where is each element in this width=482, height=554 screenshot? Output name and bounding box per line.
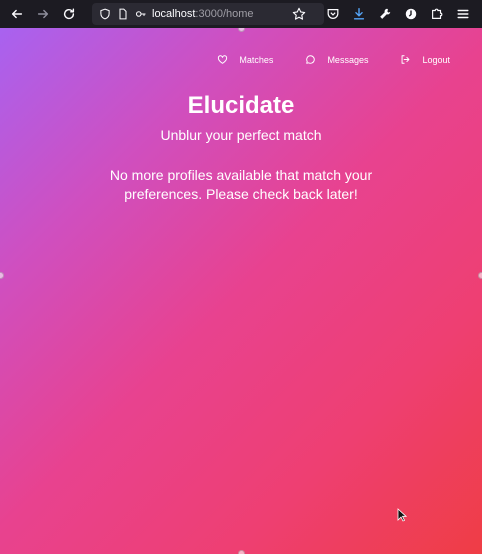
extension-button[interactable]: [400, 3, 422, 25]
browser-toolbar: localhost:3000/home: [0, 0, 482, 28]
nav-item-logout[interactable]: Logout: [400, 54, 450, 65]
arrow-left-icon: [11, 9, 23, 19]
page-title: Elucidate: [187, 92, 295, 119]
nav-item-messages[interactable]: Messages: [305, 54, 368, 65]
toolbar-right: [286, 3, 476, 25]
key-icon[interactable]: [134, 7, 148, 21]
wrench-icon: [380, 8, 391, 19]
resize-handle-right[interactable]: [478, 272, 482, 279]
heart-icon: [218, 55, 228, 64]
nav-label-logout: Logout: [422, 54, 450, 65]
pocket-button[interactable]: [322, 3, 344, 25]
resize-handle-top[interactable]: [238, 28, 245, 32]
extension-round-icon: [405, 8, 417, 20]
star-icon: [292, 7, 306, 20]
shield-icon[interactable]: [98, 7, 112, 21]
nav-item-matches[interactable]: Matches: [217, 54, 273, 65]
chat-bubble-icon: [306, 55, 316, 64]
pocket-icon: [327, 9, 339, 19]
reload-icon: [63, 8, 75, 20]
devtools-button[interactable]: [374, 3, 396, 25]
hamburger-icon: [457, 9, 469, 19]
nav-label-messages: Messages: [327, 54, 369, 65]
top-nav: Matches Messages Logout: [185, 54, 450, 65]
puzzle-icon: [432, 8, 443, 19]
resize-handle-bottom[interactable]: [238, 550, 245, 554]
url-path: :3000/home: [195, 8, 254, 20]
empty-state-message: No more profiles available that match yo…: [109, 167, 373, 202]
resize-handle-left[interactable]: [0, 272, 4, 279]
app-menu-button[interactable]: [452, 3, 474, 25]
download-icon: [353, 8, 365, 20]
logout-icon: [402, 55, 410, 64]
reload-button[interactable]: [58, 3, 80, 25]
back-button[interactable]: [6, 3, 28, 25]
bookmark-button[interactable]: [288, 3, 310, 25]
extensions-menu-button[interactable]: [426, 3, 448, 25]
page-subtitle: Unblur your perfect match: [160, 127, 322, 143]
page-icon: [116, 7, 130, 21]
url-host: localhost: [152, 8, 196, 20]
arrow-right-icon: [37, 9, 49, 19]
mouse-pointer-icon: [397, 508, 407, 522]
forward-button[interactable]: [32, 3, 54, 25]
nav-label-matches: Matches: [239, 54, 274, 65]
downloads-button[interactable]: [348, 3, 370, 25]
page-viewport: Matches Messages Logout Elucidate Unblur…: [0, 28, 482, 554]
